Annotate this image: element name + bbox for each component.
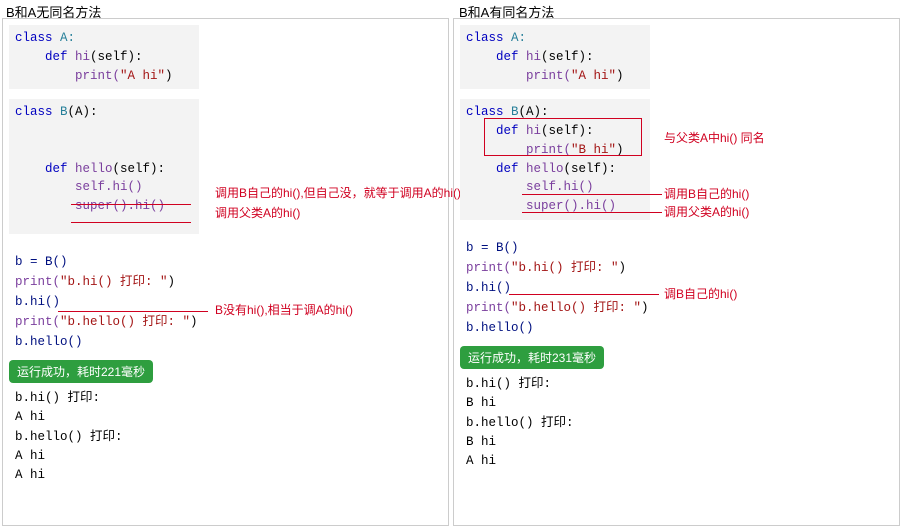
left-output: b.hi() 打印: A hi b.hello() 打印: A hi A hi <box>9 387 442 488</box>
left-code-classB: class B(A): def hello(self): self.hi() s… <box>9 99 199 234</box>
left-annot-superhi: 调用父类A的hi() <box>215 204 300 221</box>
left-code-classA: class A: def hi(self): print("A hi") <box>9 25 199 89</box>
right-success-badge: 运行成功，耗时231毫秒 <box>460 346 604 369</box>
right-panel: class A: def hi(self): print("A hi") cla… <box>453 18 900 526</box>
right-panel-title: B和A有同名方法 <box>449 0 902 18</box>
left-annot-selfhi: 调用B自己的hi(),但自己没，就等于调用A的hi() <box>215 184 461 201</box>
right-annot-sameName: 与父类A中hi() 同名 <box>664 129 765 146</box>
left-panel: class A: def hi(self): print("A hi") cla… <box>2 18 449 526</box>
right-annot-superhi: 调用父类A的hi() <box>664 203 749 220</box>
left-success-badge: 运行成功，耗时221毫秒 <box>9 360 153 383</box>
right-output: b.hi() 打印: B hi b.hello() 打印: B hi A hi <box>460 373 893 474</box>
right-annot-selfhi: 调用B自己的hi() <box>664 185 749 202</box>
right-annot-bhi: 调B自己的hi() <box>664 285 737 302</box>
right-code-classA: class A: def hi(self): print("A hi") <box>460 25 650 89</box>
left-panel-title: B和A无同名方法 <box>0 0 449 18</box>
left-annot-bhi: B没有hi(),相当于调A的hi() <box>215 301 353 318</box>
